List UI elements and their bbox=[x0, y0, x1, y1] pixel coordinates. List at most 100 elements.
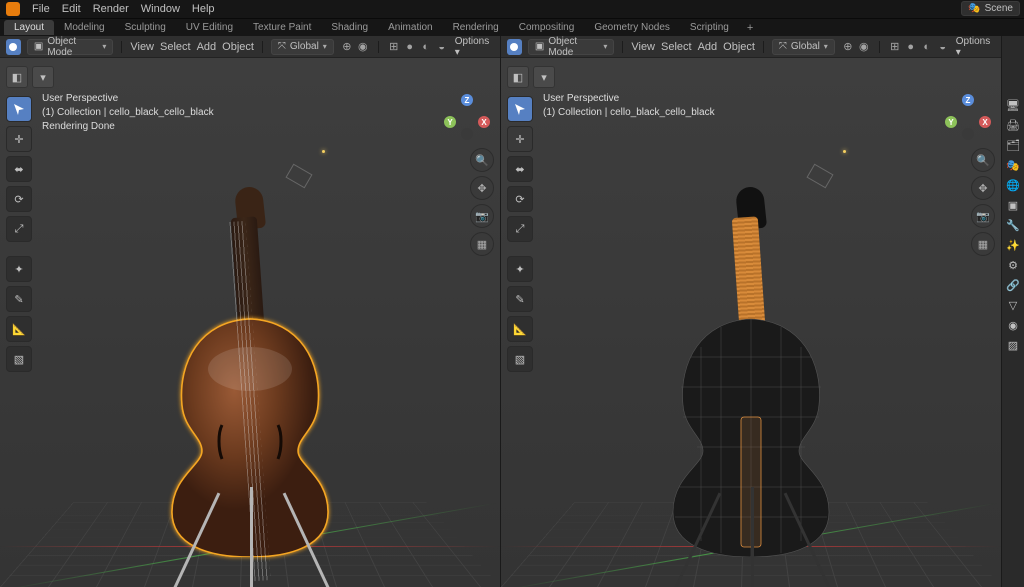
header-menu-object[interactable]: Object bbox=[723, 41, 755, 53]
prop-object-icon[interactable]: ▣ bbox=[1004, 196, 1022, 214]
mode-selector[interactable]: ▣ Object Mode ▾ bbox=[27, 39, 114, 55]
mode-selector[interactable]: ▣ Object Mode ▾ bbox=[528, 39, 615, 55]
move-tool[interactable]: ⬌ bbox=[6, 156, 32, 182]
tab-sculpting[interactable]: Sculpting bbox=[115, 20, 176, 35]
tab-scripting[interactable]: Scripting bbox=[680, 20, 739, 35]
cello-object-wireframe[interactable] bbox=[651, 227, 851, 587]
orientation-gizmo[interactable]: Z Y X bbox=[945, 94, 991, 140]
transform-tool[interactable]: ✦ bbox=[507, 256, 533, 282]
snap-icon[interactable]: ⊕ bbox=[841, 40, 855, 54]
annotate-tool[interactable]: ✎ bbox=[507, 286, 533, 312]
wireframe-mode-icon[interactable]: ⊞ bbox=[387, 40, 401, 54]
tab-rendering[interactable]: Rendering bbox=[443, 20, 509, 35]
menu-render[interactable]: Render bbox=[93, 3, 129, 15]
rotate-tool[interactable]: ⟳ bbox=[6, 186, 32, 212]
header-menu-add[interactable]: Add bbox=[197, 41, 217, 53]
gizmo-x[interactable]: X bbox=[979, 116, 991, 128]
prop-output-icon[interactable]: 🖨 bbox=[1004, 116, 1022, 134]
cello-object[interactable] bbox=[150, 227, 350, 587]
zoom-icon[interactable]: 🔍 bbox=[470, 148, 494, 172]
prop-mesh-icon[interactable]: ▽ bbox=[1004, 296, 1022, 314]
scene-selector[interactable]: 🎭 Scene bbox=[961, 1, 1020, 16]
tab-uv[interactable]: UV Editing bbox=[176, 20, 243, 35]
menu-file[interactable]: File bbox=[32, 3, 50, 15]
overlay-grid-icon[interactable]: ▾ bbox=[32, 66, 54, 88]
header-menu-view[interactable]: View bbox=[631, 41, 655, 53]
editor-type-icon[interactable] bbox=[6, 39, 21, 55]
zoom-icon[interactable]: 🔍 bbox=[971, 148, 995, 172]
scale-tool[interactable]: ⤢ bbox=[507, 216, 533, 242]
pan-icon[interactable]: ✥ bbox=[971, 176, 995, 200]
measure-tool[interactable]: 📐 bbox=[507, 316, 533, 342]
tab-animation[interactable]: Animation bbox=[378, 20, 442, 35]
addcube-tool[interactable]: ▧ bbox=[507, 346, 533, 372]
prop-modifier-icon[interactable]: 🔧 bbox=[1004, 216, 1022, 234]
matpreview-mode-icon[interactable]: ◐ bbox=[419, 40, 433, 54]
tab-shading[interactable]: Shading bbox=[321, 20, 378, 35]
tab-modeling[interactable]: Modeling bbox=[54, 20, 115, 35]
cursor-tool[interactable]: ✛ bbox=[6, 126, 32, 152]
header-menu-object[interactable]: Object bbox=[222, 41, 254, 53]
overlay-grid-icon[interactable]: ▾ bbox=[533, 66, 555, 88]
header-menu-select[interactable]: Select bbox=[160, 41, 191, 53]
rendered-mode-icon[interactable]: ◒ bbox=[936, 40, 950, 54]
wireframe-mode-icon[interactable]: ⊞ bbox=[888, 40, 902, 54]
cursor-tool[interactable]: ✛ bbox=[507, 126, 533, 152]
tab-geonodes[interactable]: Geometry Nodes bbox=[584, 20, 680, 35]
viewport-canvas-left[interactable] bbox=[0, 58, 500, 587]
camera-view-icon[interactable]: 📷 bbox=[971, 204, 995, 228]
prop-physics-icon[interactable]: ⚙ bbox=[1004, 256, 1022, 274]
solid-mode-icon[interactable]: ● bbox=[403, 40, 417, 54]
gizmo-z[interactable]: Z bbox=[962, 94, 974, 106]
add-workspace-button[interactable]: + bbox=[739, 22, 761, 34]
prop-material-icon[interactable]: ◉ bbox=[1004, 316, 1022, 334]
scale-tool[interactable]: ⤢ bbox=[6, 216, 32, 242]
header-menu-select[interactable]: Select bbox=[661, 41, 692, 53]
header-menu-add[interactable]: Add bbox=[698, 41, 718, 53]
prop-render-icon[interactable]: 🖥 bbox=[1004, 96, 1022, 114]
prop-texture-icon[interactable]: ▨ bbox=[1004, 336, 1022, 354]
addcube-tool[interactable]: ▧ bbox=[6, 346, 32, 372]
prop-particle-icon[interactable]: ✨ bbox=[1004, 236, 1022, 254]
overlay-gizmos-icon[interactable]: ◧ bbox=[507, 66, 529, 88]
header-menu-view[interactable]: View bbox=[130, 41, 154, 53]
move-tool[interactable]: ⬌ bbox=[507, 156, 533, 182]
perspective-toggle-icon[interactable]: ▦ bbox=[971, 232, 995, 256]
viewport-right[interactable]: ▣ Object Mode ▾ View Select Add Object ⤧… bbox=[501, 36, 1002, 587]
menu-help[interactable]: Help bbox=[192, 3, 215, 15]
gizmo-y[interactable]: Y bbox=[444, 116, 456, 128]
matpreview-mode-icon[interactable]: ◐ bbox=[920, 40, 934, 54]
viewport-canvas-right[interactable] bbox=[501, 58, 1001, 587]
prop-viewlayer-icon[interactable]: 🗂 bbox=[1004, 136, 1022, 154]
prop-scene-icon[interactable]: 🎭 bbox=[1004, 156, 1022, 174]
orientation-selector[interactable]: ⤧ Global ▾ bbox=[772, 39, 835, 55]
annotate-tool[interactable]: ✎ bbox=[6, 286, 32, 312]
editor-type-icon[interactable] bbox=[507, 39, 522, 55]
select-tool[interactable] bbox=[6, 96, 32, 122]
rotate-tool[interactable]: ⟳ bbox=[507, 186, 533, 212]
pan-icon[interactable]: ✥ bbox=[470, 176, 494, 200]
proportional-icon[interactable]: ◉ bbox=[356, 40, 370, 54]
snap-icon[interactable]: ⊕ bbox=[340, 40, 354, 54]
tab-layout[interactable]: Layout bbox=[4, 20, 54, 35]
measure-tool[interactable]: 📐 bbox=[6, 316, 32, 342]
select-tool[interactable] bbox=[507, 96, 533, 122]
rendered-mode-icon[interactable]: ◒ bbox=[435, 40, 449, 54]
viewport-options[interactable]: Options ▾ bbox=[455, 36, 494, 58]
proportional-icon[interactable]: ◉ bbox=[857, 40, 871, 54]
tab-compositing[interactable]: Compositing bbox=[509, 20, 585, 35]
viewport-left[interactable]: ▣ Object Mode ▾ View Select Add Object ⤧… bbox=[0, 36, 501, 587]
tab-texpaint[interactable]: Texture Paint bbox=[243, 20, 321, 35]
gizmo-x[interactable]: X bbox=[478, 116, 490, 128]
transform-tool[interactable]: ✦ bbox=[6, 256, 32, 282]
prop-constraint-icon[interactable]: 🔗 bbox=[1004, 276, 1022, 294]
solid-mode-icon[interactable]: ● bbox=[904, 40, 918, 54]
menu-window[interactable]: Window bbox=[141, 3, 180, 15]
menu-edit[interactable]: Edit bbox=[62, 3, 81, 15]
prop-world-icon[interactable]: 🌐 bbox=[1004, 176, 1022, 194]
gizmo-z[interactable]: Z bbox=[461, 94, 473, 106]
overlay-gizmos-icon[interactable]: ◧ bbox=[6, 66, 28, 88]
camera-view-icon[interactable]: 📷 bbox=[470, 204, 494, 228]
viewport-options[interactable]: Options ▾ bbox=[956, 36, 995, 58]
orientation-gizmo[interactable]: Z Y X bbox=[444, 94, 490, 140]
